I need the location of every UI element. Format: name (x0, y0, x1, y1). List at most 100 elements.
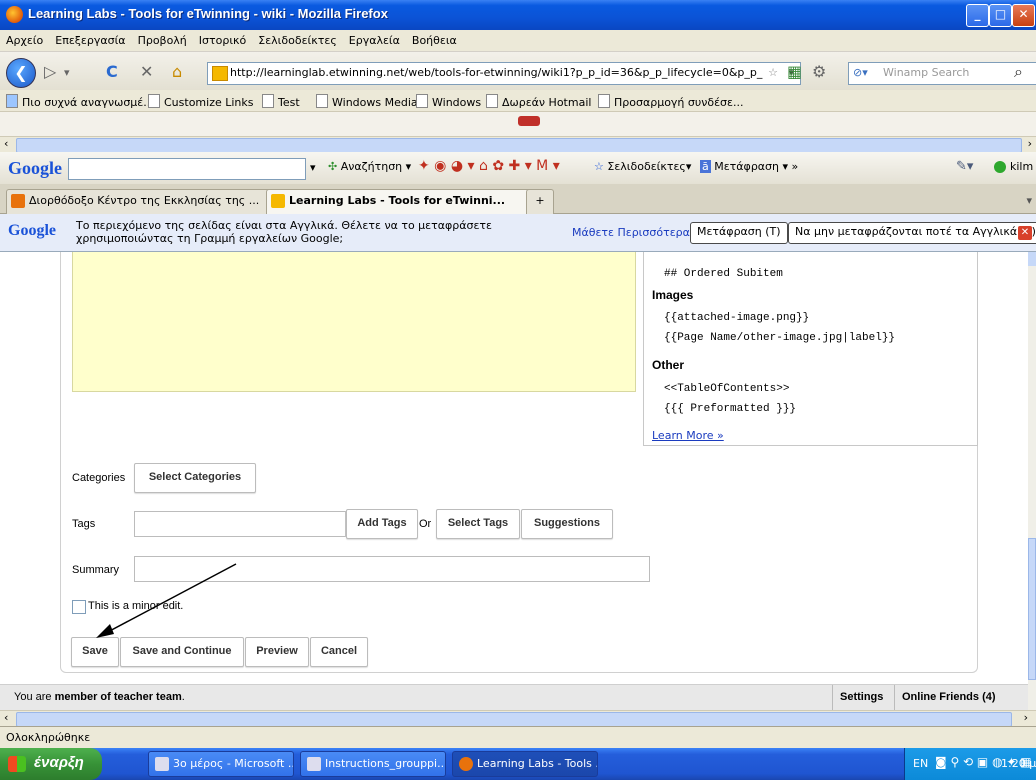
translate-icon: ā (700, 160, 711, 173)
reload-icon[interactable]: C (106, 62, 118, 81)
addon-grid-icon[interactable]: ▦ (787, 62, 802, 81)
language-indicator[interactable]: EN (913, 757, 928, 770)
addon-puzzle-icon[interactable]: ⚙ (812, 62, 826, 81)
scroll-thumb[interactable] (16, 712, 1012, 727)
url-bar[interactable]: http://learninglab.etwinning.net/web/too… (207, 62, 801, 85)
google-search-input[interactable] (68, 158, 306, 180)
menu-bookmarks[interactable]: Σελιδοδείκτες (252, 30, 343, 47)
blogger-icon (11, 194, 25, 208)
scroll-up-icon[interactable] (1028, 252, 1036, 266)
menu-view[interactable]: Προβολή (132, 30, 193, 47)
new-tab-button[interactable]: + (526, 189, 554, 214)
bookmarks-toolbar: Πιο συχνά αναγνωσμέ... Customize Links T… (0, 90, 1036, 112)
help-other-heading: Other (652, 358, 685, 372)
status-text: Ολοκληρώθηκε (6, 731, 91, 744)
google-translate-button[interactable]: ā Μετάφραση ▾ » (700, 160, 798, 173)
home-icon[interactable]: ⌂ (172, 62, 182, 81)
categories-label: Categories (72, 472, 126, 484)
star-bookmark-icon[interactable]: ☆ (768, 63, 778, 82)
help-image-1: {{attached-image.png}} (664, 312, 810, 324)
addon-red-icon[interactable] (518, 116, 540, 126)
scroll-left-icon[interactable]: ‹ (4, 711, 8, 724)
search-engine-icon[interactable]: ⊘▾ (853, 63, 868, 82)
windows-logo-icon (8, 756, 26, 772)
history-dropdown-icon[interactable]: ▾ (64, 66, 70, 79)
scroll-thumb[interactable] (16, 138, 1022, 153)
google-search-dropdown-icon[interactable]: ▾ (310, 161, 316, 174)
add-tags-button[interactable]: Add Tags (346, 509, 418, 539)
bookmark-star-icon: ☆ (594, 160, 604, 173)
page-icon (262, 94, 274, 108)
menu-tools[interactable]: Εργαλεία (343, 30, 406, 47)
tab-learning-labs[interactable]: Learning Labs - Tools for eTwinni... ✕ (266, 189, 546, 214)
window-title: Learning Labs - Tools for eTwinning - wi… (28, 6, 388, 21)
maximize-button[interactable]: □ (989, 4, 1012, 27)
settings-link[interactable]: Settings (840, 691, 883, 703)
bookmark-folder-icon (6, 94, 18, 108)
help-images-heading: Images (652, 288, 694, 302)
menu-history[interactable]: Ιστορικό (193, 30, 253, 47)
firefox-icon (459, 757, 473, 771)
menu-bar: Αρχείο Επεξεργασία Προβολή Ιστορικό Σελιδοδε… (0, 30, 1036, 52)
firefox-icon (6, 6, 23, 23)
google-tool-icons[interactable]: ✦ ◉ ◕ ▾ ⌂ ✿ ✚ ▾ M ▾ (418, 158, 560, 174)
bookmark-customize-links[interactable]: Customize Links (148, 94, 254, 109)
wiki-content-editor[interactable] (72, 252, 636, 392)
tab-orthodox-center[interactable]: Διορθόδοξο Κέντρο της Εκκλησίας της ... … (6, 189, 288, 214)
translate-bar: Google Το περιεχόμενο της σελίδας είναι … (0, 214, 1036, 252)
menu-edit[interactable]: Επεξεργασία (49, 30, 131, 47)
menu-help[interactable]: Βοήθεια (406, 30, 463, 47)
or-label: Or (419, 518, 432, 530)
bookmark-windows-media[interactable]: Windows Media (316, 94, 418, 109)
winamp-search-field[interactable]: ⊘▾ Winamp Search (848, 62, 1036, 85)
select-tags-button[interactable]: Select Tags (436, 509, 520, 539)
taskbar-item-instructions[interactable]: Instructions_grouppi... (300, 751, 446, 777)
stop-icon[interactable]: ✕ (140, 62, 153, 81)
online-friends-link[interactable]: Online Friends (4) (902, 691, 996, 703)
cancel-button[interactable]: Cancel (310, 637, 368, 667)
minor-edit-checkbox[interactable] (72, 600, 86, 614)
never-translate-button[interactable]: Να μην μεταφράζονται ποτέ τα Αγγλικά (T) (788, 222, 1036, 244)
taskbar-item-firefox[interactable]: Learning Labs - Tools ... (452, 751, 598, 777)
preview-button[interactable]: Preview (245, 637, 309, 667)
page-icon (416, 94, 428, 108)
page-horizontal-scrollbar[interactable]: ‹ › (0, 710, 1036, 727)
help-learn-more-link[interactable]: Learn More » (652, 429, 724, 442)
scroll-right-icon[interactable]: › (1028, 137, 1032, 150)
toolbar-scrollbar[interactable]: ‹ › (0, 136, 1036, 153)
page-content: ## Ordered Subitem Images {{attached-ima… (0, 252, 1028, 684)
search-icon[interactable]: ⌕ (1014, 62, 1023, 82)
translate-close-icon[interactable]: ✕ (1018, 226, 1032, 240)
forward-icon[interactable]: ▷ (44, 62, 56, 81)
google-user[interactable]: kilm (1010, 160, 1033, 173)
suggestions-button[interactable]: Suggestions (521, 509, 613, 539)
scroll-left-icon[interactable]: ‹ (4, 137, 8, 150)
tags-input[interactable] (134, 511, 346, 537)
vertical-scroll-thumb[interactable] (1028, 538, 1036, 680)
tab-list-dropdown-icon[interactable]: ▾ (1026, 194, 1032, 207)
start-button[interactable]: έναρξη (0, 748, 102, 780)
google-bookmarks-button[interactable]: ☆ Σελιδοδείκτες▾ (594, 160, 691, 173)
taskbar-item-word-doc[interactable]: 3ο μέρος - Microsoft ... (148, 751, 294, 777)
bookmark-customize[interactable]: Προσαρμογή συνδέσε... (598, 94, 743, 109)
menu-file[interactable]: Αρχείο (0, 30, 49, 47)
word-icon (155, 757, 169, 771)
scroll-right-icon[interactable]: › (1024, 711, 1028, 724)
minimize-button[interactable]: _ (966, 4, 989, 27)
team-name: member of teacher team (54, 691, 182, 703)
close-button[interactable]: ✕ (1012, 4, 1035, 27)
bookmark-hotmail[interactable]: Δωρεάν Hotmail (486, 94, 591, 109)
bookmark-test[interactable]: Test (262, 94, 300, 109)
bookmark-windows[interactable]: Windows (416, 94, 481, 109)
url-text: http://learninglab.etwinning.net/web/too… (230, 66, 763, 79)
translate-button[interactable]: Μετάφραση (T) (690, 222, 788, 244)
bookmark-most-visited[interactable]: Πιο συχνά αναγνωσμέ... (6, 94, 154, 109)
select-categories-button[interactable]: Select Categories (134, 463, 256, 493)
translate-learn-more-link[interactable]: Μάθετε Περισσότερα (572, 226, 690, 239)
back-button[interactable]: ❮ (6, 58, 36, 88)
page-vertical-scrollbar[interactable] (1028, 252, 1036, 710)
window-titlebar[interactable]: Learning Labs - Tools for eTwinning - wi… (0, 0, 1036, 30)
help-ordered-subitem: ## Ordered Subitem (664, 268, 783, 280)
google-search-button[interactable]: ✣ Αναζήτηση ▾ (328, 160, 411, 173)
wrench-icon[interactable]: ✎▾ (956, 159, 973, 174)
